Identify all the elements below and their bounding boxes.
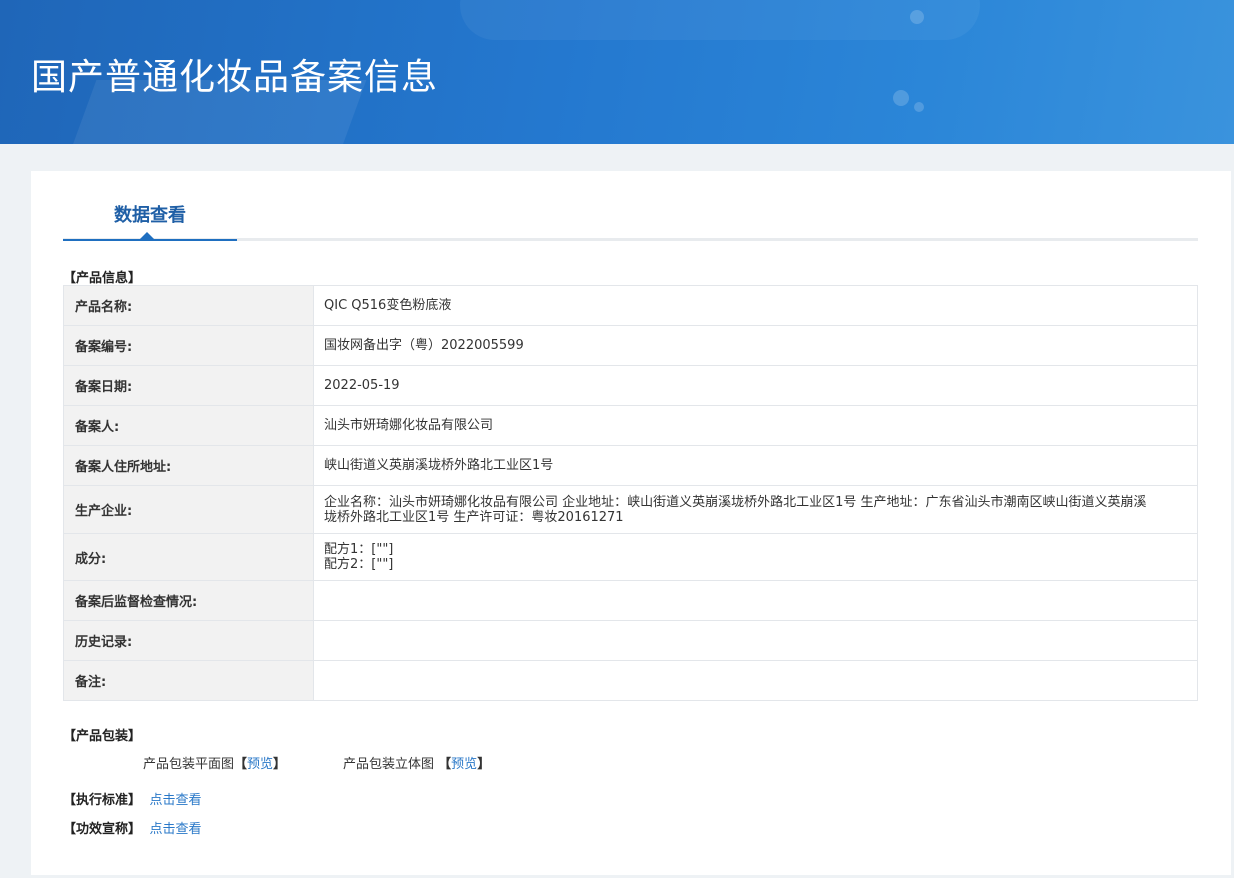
field-value: 配方1：[""] 配方2：[""]: [313, 533, 1198, 581]
field-value: 汕头市妍琦娜化妆品有限公司: [313, 405, 1198, 446]
field-value: [313, 620, 1198, 661]
table-row: 备案人: 汕头市妍琦娜化妆品有限公司: [63, 405, 1198, 446]
banner-decoration: [460, 0, 980, 40]
bracket-close: 】: [477, 757, 491, 772]
packaging-solid-item: 产品包装立体图 【预览】: [343, 753, 490, 772]
standard-row: 【执行标准】 点击查看: [63, 789, 202, 808]
packaging-flat-label: 产品包装平面图: [143, 757, 235, 772]
table-row: 生产企业: 企业名称：汕头市妍琦娜化妆品有限公司 企业地址：峡山街道义英崩溪垅桥…: [63, 485, 1198, 534]
tab-bar: 数据查看: [63, 171, 1198, 241]
standard-view-link[interactable]: 点击查看: [150, 793, 202, 808]
bracket-open: 【: [438, 757, 452, 772]
field-label: 备案日期:: [63, 365, 314, 406]
formula-line: 配方2：[""]: [324, 557, 394, 572]
field-label: 生产企业:: [63, 485, 314, 534]
tab-label: 数据查看: [114, 205, 186, 226]
tab-data-view[interactable]: 数据查看: [63, 171, 237, 241]
efficacy-heading: 【功效宣称】: [63, 822, 142, 837]
table-row: 备注:: [63, 660, 1198, 701]
table-row: 历史记录:: [63, 620, 1198, 661]
field-value: [313, 580, 1198, 621]
banner-dot: [914, 102, 924, 112]
efficacy-row: 【功效宣称】 点击查看: [63, 818, 202, 837]
field-value: 企业名称：汕头市妍琦娜化妆品有限公司 企业地址：峡山街道义英崩溪垅桥外路北工业区…: [313, 485, 1198, 534]
content-card: 数据查看 【产品信息】 产品名称: QIC Q516变色粉底液 备案编号: 国妆…: [31, 171, 1231, 875]
tab-caret-icon: [140, 232, 154, 239]
table-row: 产品名称: QIC Q516变色粉底液: [63, 285, 1198, 326]
field-label: 备案人住所地址:: [63, 445, 314, 486]
table-row: 备案日期: 2022-05-19: [63, 365, 1198, 406]
table-row: 成分: 配方1：[""] 配方2：[""]: [63, 533, 1198, 581]
field-label: 历史记录:: [63, 620, 314, 661]
field-value: 2022-05-19: [313, 365, 1198, 406]
bracket-open: 【: [234, 757, 248, 772]
page-banner: 国产普通化妆品备案信息: [0, 0, 1234, 144]
packaging-flat-item: 产品包装平面图【预览】: [143, 753, 286, 772]
bracket-close: 】: [273, 757, 287, 772]
field-label: 备注:: [63, 660, 314, 701]
banner-dot: [910, 10, 924, 24]
standard-heading: 【执行标准】: [63, 793, 142, 808]
packaging-flat-preview-link[interactable]: 预览: [247, 757, 273, 772]
product-info-heading: 【产品信息】: [63, 271, 142, 286]
field-label: 成分:: [63, 533, 314, 581]
table-row: 备案编号: 国妆网备出字（粤）2022005599: [63, 325, 1198, 366]
packaging-solid-preview-link[interactable]: 预览: [451, 757, 477, 772]
product-info-table: 产品名称: QIC Q516变色粉底液 备案编号: 国妆网备出字（粤）20220…: [63, 285, 1198, 701]
banner-dot: [893, 90, 909, 106]
packaging-solid-label: 产品包装立体图: [343, 757, 435, 772]
field-value: QIC Q516变色粉底液: [313, 285, 1198, 326]
field-label: 备案人:: [63, 405, 314, 446]
field-label: 产品名称:: [63, 285, 314, 326]
field-label: 备案编号:: [63, 325, 314, 366]
table-row: 备案后监督检查情况:: [63, 580, 1198, 621]
field-label: 备案后监督检查情况:: [63, 580, 314, 621]
field-value: 国妆网备出字（粤）2022005599: [313, 325, 1198, 366]
formula-line: 配方1：[""]: [324, 542, 394, 557]
table-row: 备案人住所地址: 峡山街道义英崩溪垅桥外路北工业区1号: [63, 445, 1198, 486]
field-value: [313, 660, 1198, 701]
packaging-heading: 【产品包装】: [63, 729, 142, 744]
field-value: 峡山街道义英崩溪垅桥外路北工业区1号: [313, 445, 1198, 486]
efficacy-view-link[interactable]: 点击查看: [150, 822, 202, 837]
page-title: 国产普通化妆品备案信息: [31, 57, 439, 98]
